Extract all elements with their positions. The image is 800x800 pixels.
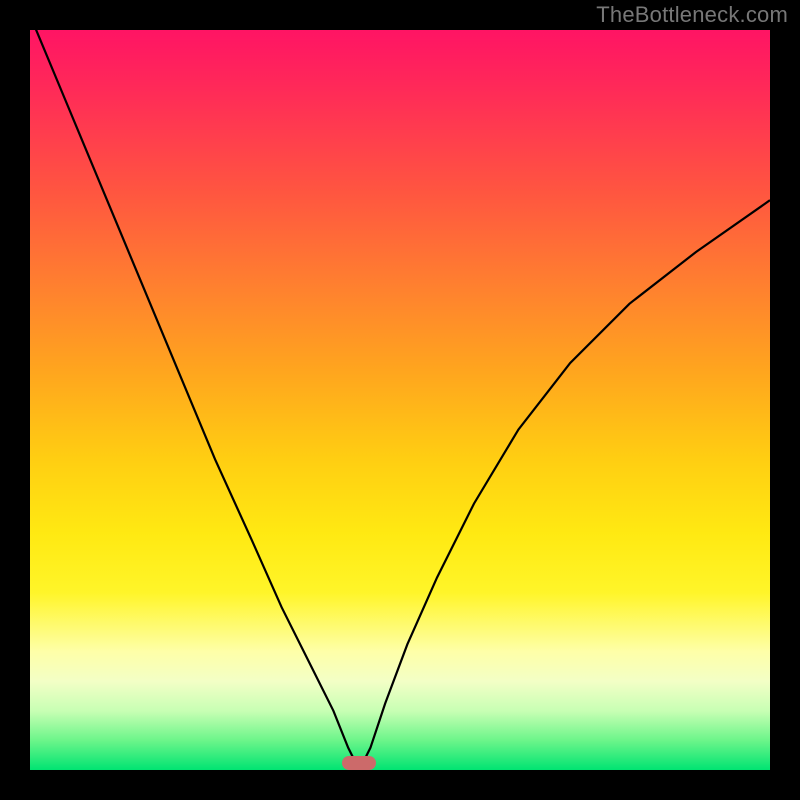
watermark-text: TheBottleneck.com: [596, 2, 788, 28]
bottleneck-curve: [30, 30, 770, 770]
optimum-marker: [342, 756, 376, 770]
chart-frame: TheBottleneck.com: [0, 0, 800, 800]
plot-area: [30, 30, 770, 770]
curve-path: [30, 30, 770, 770]
